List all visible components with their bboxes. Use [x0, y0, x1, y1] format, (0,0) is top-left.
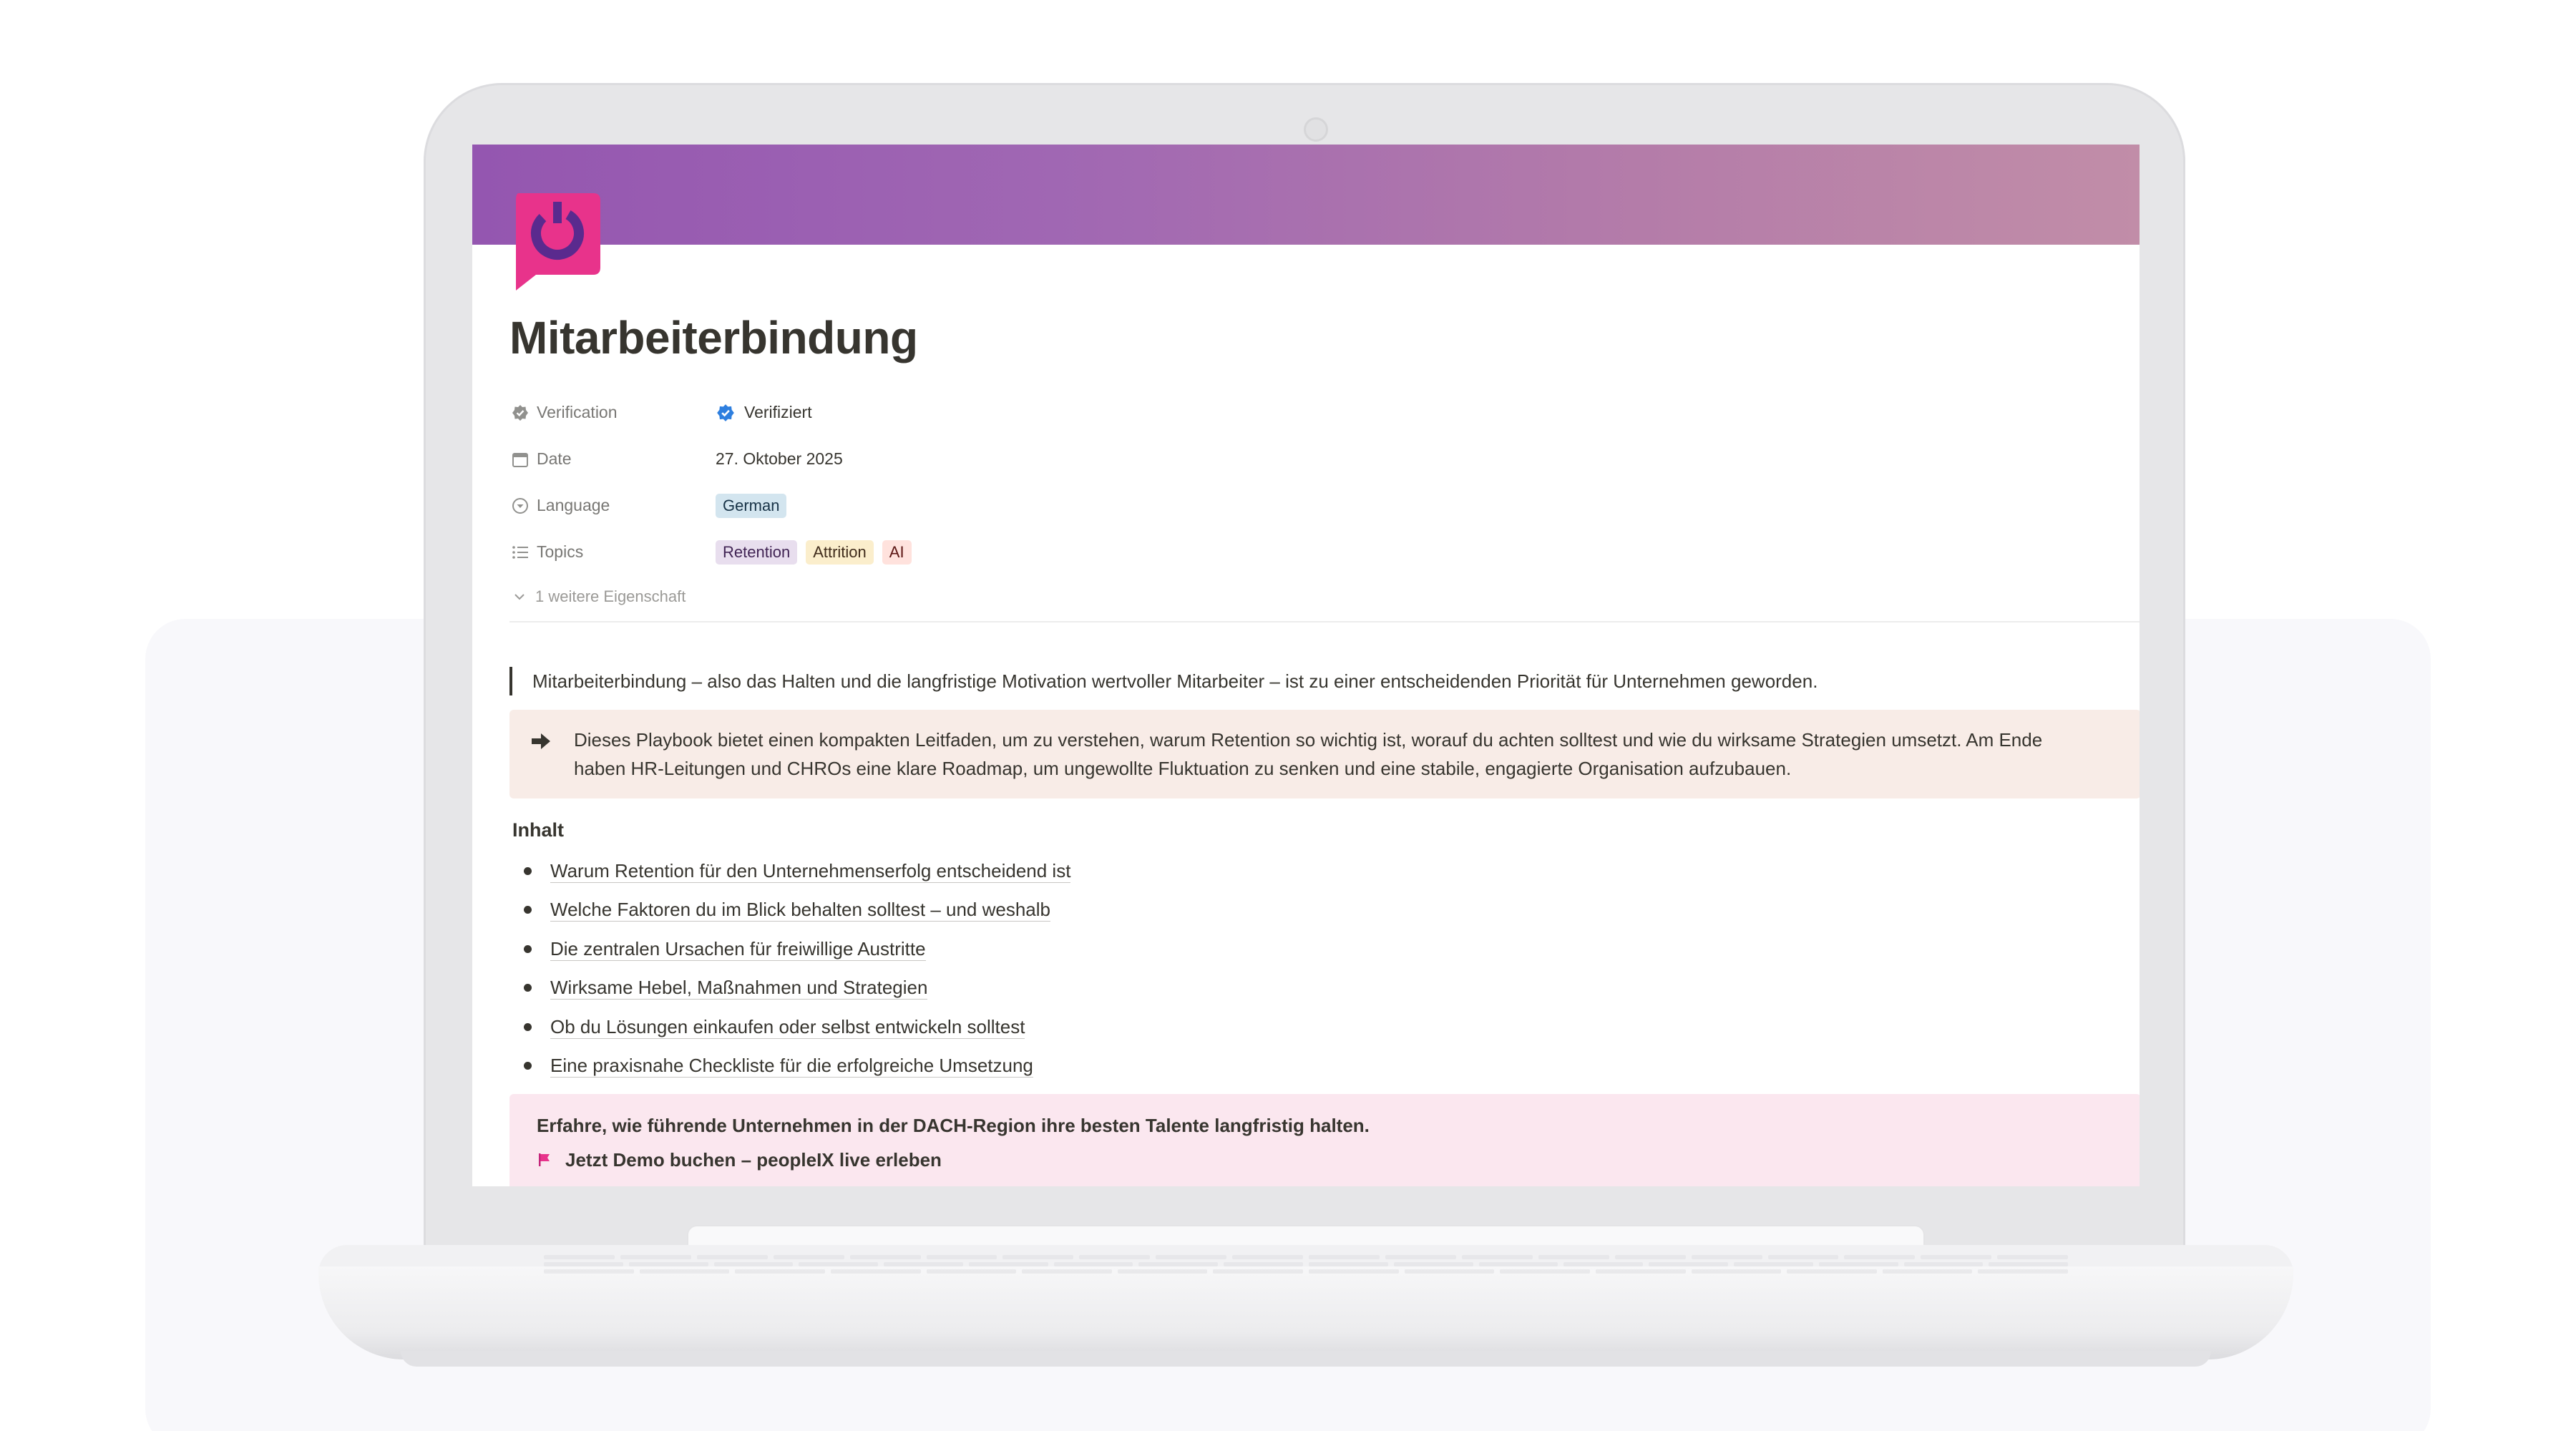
- laptop-keyboard: [515, 1251, 2097, 1279]
- callout-line: haben HR-Leitungen und CHROs eine klare …: [574, 758, 1792, 779]
- chevron-down-icon: [514, 594, 525, 600]
- laptop-camera: [1304, 117, 1328, 142]
- property-label: Language: [537, 496, 610, 514]
- laptop-screen: Mitarbeiterbindung Verification Verifizi…: [472, 145, 2140, 1186]
- verified-check-icon: [512, 404, 528, 421]
- bullet: [524, 944, 532, 953]
- bullet: [524, 1022, 532, 1031]
- toc-item[interactable]: Wirksame Hebel, Maßnahmen und Strategien: [509, 969, 2140, 1008]
- properties-divider: [509, 621, 2140, 622]
- properties: Verification Verifiziert Date 27. Oktobe…: [509, 389, 2140, 618]
- laptop-base-shadow: [401, 1351, 2211, 1367]
- language-tag[interactable]: German: [716, 493, 787, 518]
- property-language[interactable]: Language German: [509, 482, 2140, 529]
- toc-link[interactable]: Ob du Lösungen einkaufen oder selbst ent…: [550, 1015, 1025, 1039]
- verification-value: Verifiziert: [744, 403, 812, 421]
- property-verification[interactable]: Verification Verifiziert: [509, 389, 2140, 436]
- property-topics-value[interactable]: Retention Attrition AI: [716, 539, 912, 565]
- flag-icon: [539, 1153, 550, 1166]
- property-verification-value[interactable]: Verifiziert: [716, 403, 812, 423]
- toc-list: Warum Retention für den Unternehmenserfo…: [509, 851, 2140, 1085]
- property-language-value[interactable]: German: [716, 493, 787, 518]
- property-topics-name: Topics: [509, 542, 716, 562]
- page-cover[interactable]: [472, 145, 2140, 245]
- toc-item[interactable]: Ob du Lösungen einkaufen oder selbst ent…: [509, 1007, 2140, 1047]
- more-properties-label: 1 weitere Eigenschaft: [535, 587, 686, 605]
- property-language-name: Language: [509, 496, 716, 515]
- toc-heading[interactable]: Inhalt: [509, 813, 2140, 847]
- calendar-icon: [512, 452, 528, 467]
- toc-link[interactable]: Wirksame Hebel, Maßnahmen und Strategien: [550, 976, 928, 1000]
- callout-block[interactable]: Dieses Playbook bietet einen kompakten L…: [509, 710, 2140, 798]
- bullet: [524, 866, 532, 875]
- property-label: Date: [537, 449, 572, 468]
- bullet: [524, 984, 532, 992]
- peopleix-logo-icon: [512, 193, 600, 290]
- property-date-name: Date: [509, 449, 716, 469]
- arrow-right-icon: [532, 733, 550, 749]
- property-label: Verification: [537, 403, 618, 421]
- cta-link[interactable]: Jetzt Demo buchen – peopleIX live erlebe…: [537, 1143, 2114, 1177]
- more-properties-toggle[interactable]: 1 weitere Eigenschaft: [509, 575, 2140, 618]
- cta-link-label: Jetzt Demo buchen – peopleIX live erlebe…: [565, 1149, 942, 1171]
- select-circle-icon: [512, 497, 528, 514]
- property-date[interactable]: Date 27. Oktober 2025: [509, 436, 2140, 482]
- quote-block[interactable]: Mitarbeiterbindung – also das Halten und…: [509, 667, 2140, 695]
- callout-text: Dieses Playbook bietet einen kompakten L…: [574, 726, 2042, 783]
- topic-tag[interactable]: Attrition: [806, 539, 874, 565]
- toc-link[interactable]: Die zentralen Ursachen für freiwillige A…: [550, 937, 926, 961]
- toc-link[interactable]: Welche Faktoren du im Blick behalten sol…: [550, 898, 1051, 922]
- toc-item[interactable]: Eine praxisnahe Checkliste für die erfol…: [509, 1047, 2140, 1086]
- toc-item[interactable]: Die zentralen Ursachen für freiwillige A…: [509, 929, 2140, 969]
- bullet: [524, 1062, 532, 1070]
- toc-item[interactable]: Welche Faktoren du im Blick behalten sol…: [509, 891, 2140, 930]
- cta-title: Erfahre, wie führende Unternehmen in der…: [537, 1115, 1370, 1136]
- toc-link[interactable]: Eine praxisnahe Checkliste für die erfol…: [550, 1054, 1033, 1078]
- property-label: Topics: [537, 542, 584, 561]
- page-title[interactable]: Mitarbeiterbindung: [509, 309, 2140, 366]
- callout-line: Dieses Playbook bietet einen kompakten L…: [574, 729, 2043, 751]
- topic-tag[interactable]: Retention: [716, 539, 798, 565]
- bullet: [524, 906, 532, 914]
- page-content: Mitarbeiterbindung Verification Verifizi…: [509, 309, 2140, 1186]
- property-verification-name: Verification: [509, 403, 716, 422]
- topic-tag[interactable]: AI: [882, 539, 912, 565]
- property-date-value[interactable]: 27. Oktober 2025: [716, 449, 843, 469]
- toc-item[interactable]: Warum Retention für den Unternehmenserfo…: [509, 851, 2140, 891]
- property-topics[interactable]: Topics Retention Attrition AI: [509, 529, 2140, 575]
- list-icon: [512, 545, 528, 559]
- toc-link[interactable]: Warum Retention für den Unternehmenserfo…: [550, 859, 1071, 883]
- laptop-base: [318, 1266, 2293, 1359]
- cta-callout[interactable]: Erfahre, wie führende Unternehmen in der…: [509, 1094, 2140, 1186]
- date-value: 27. Oktober 2025: [716, 449, 843, 468]
- verified-badge-icon: [717, 404, 734, 421]
